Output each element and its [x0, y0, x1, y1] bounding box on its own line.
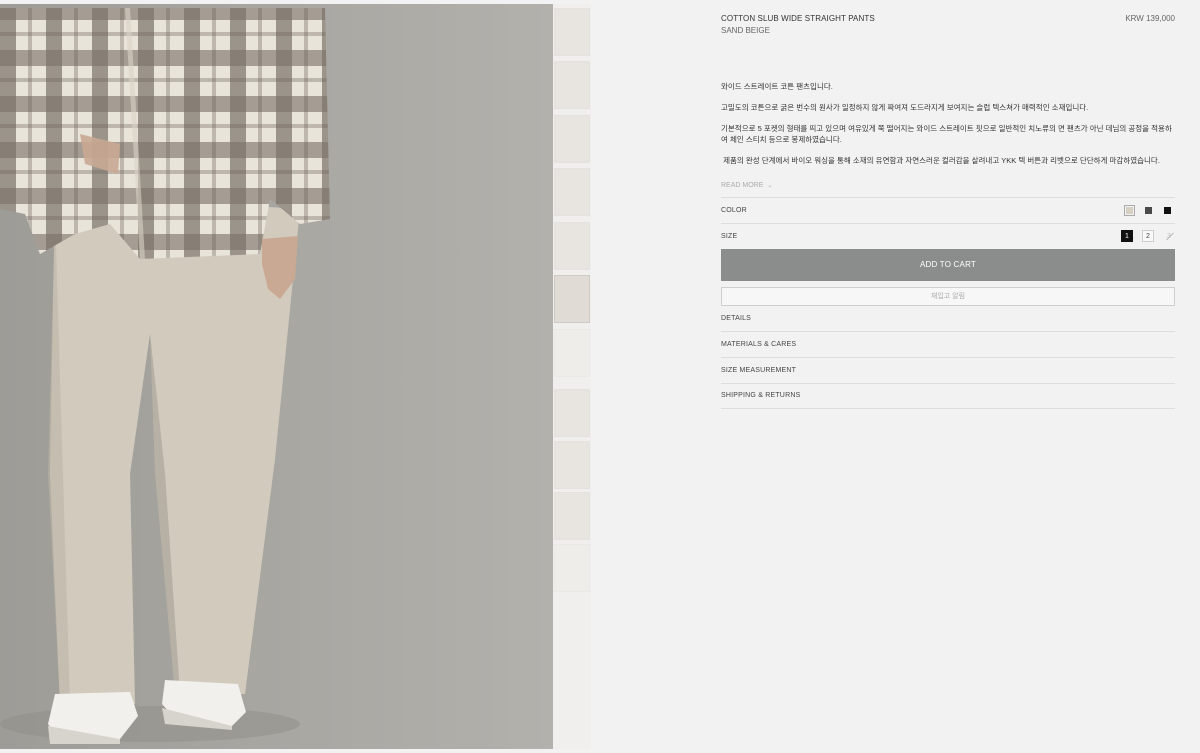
accordion-label: SIZE MEASUREMENT	[721, 367, 797, 374]
size-options: 1 2 3	[1121, 230, 1175, 242]
product-info-panel: COTTON SLUB WIDE STRAIGHT PANTS SAND BEI…	[721, 0, 1175, 753]
thumbnail-1[interactable]	[554, 8, 590, 56]
thumbnail-4[interactable]	[554, 168, 590, 216]
thumbnail-7[interactable]	[554, 329, 590, 377]
swatch-fill	[1145, 207, 1152, 214]
color-swatch-charcoal[interactable]	[1143, 205, 1154, 216]
product-title: COTTON SLUB WIDE STRAIGHT PANTS	[721, 14, 875, 23]
add-to-cart-button[interactable]: ADD TO CART	[721, 249, 1175, 281]
color-selector: COLOR	[721, 197, 1175, 222]
description-paragraph: 고밀도의 코튼으로 굵은 번수의 원사가 일정하지 않게 짜여져 도드라지게 보…	[721, 103, 1089, 112]
accordion-label: SHIPPING & RETURNS	[721, 392, 801, 399]
thumbnail-8[interactable]	[554, 389, 590, 437]
description-paragraph: 와이드 스트레이트 코튼 팬츠입니다.	[721, 82, 833, 91]
accordion-label: DETAILS	[721, 315, 752, 322]
chevron-down-icon: ⌄	[767, 183, 773, 189]
color-label: COLOR	[721, 207, 747, 214]
swatch-fill	[1164, 207, 1171, 214]
thumbnail-9[interactable]	[554, 441, 590, 489]
size-label: SIZE	[721, 233, 738, 240]
swatch-fill	[1126, 207, 1133, 214]
color-swatch-black[interactable]	[1162, 205, 1173, 216]
description-paragraph: 기본적으로 5 포켓의 형태를 띄고 있으며 여유있게 쭉 떨어지는 와이드 스…	[721, 124, 1172, 144]
product-price: KRW 139,000	[1125, 14, 1175, 23]
color-swatch-sand-beige[interactable]	[1124, 205, 1135, 216]
thumbnail-6[interactable]	[554, 275, 590, 323]
accordion-size-measurement[interactable]: SIZE MEASUREMENT	[721, 358, 1175, 384]
product-description: 와이드 스트레이트 코튼 팬츠입니다. 고밀도의 코튼으로 굵은 번수의 원사가…	[721, 81, 1175, 176]
thumbnail-10[interactable]	[554, 492, 590, 540]
size-selector: SIZE 1 2 3	[721, 223, 1175, 248]
size-option-1[interactable]: 1	[1121, 230, 1133, 242]
restock-notify-button[interactable]: 재입고 알림	[721, 287, 1175, 306]
main-product-image	[0, 4, 553, 749]
accordion-details[interactable]: DETAILS	[721, 306, 1175, 332]
thumbnail-strip	[553, 4, 591, 749]
size-option-3[interactable]: 3	[1163, 230, 1175, 242]
product-color-name: SAND BEIGE	[721, 26, 770, 35]
thumbnail-11[interactable]	[554, 544, 590, 592]
thumbnail-2[interactable]	[554, 61, 590, 109]
thumbnail-5[interactable]	[554, 222, 590, 270]
description-paragraph: 제품의 완성 단계에서 바이오 워싱을 통해 소재의 유연함과 자연스러운 컬러…	[721, 156, 1160, 165]
size-option-2[interactable]: 2	[1142, 230, 1154, 242]
accordion-shipping-returns[interactable]: SHIPPING & RETURNS	[721, 383, 1175, 409]
read-more-link[interactable]: READ MORE ⌄	[721, 182, 772, 189]
read-more-label: READ MORE	[721, 182, 764, 189]
color-swatches	[1124, 205, 1173, 216]
accordion-label: MATERIALS & CARES	[721, 341, 797, 348]
accordion-materials-cares[interactable]: MATERIALS & CARES	[721, 332, 1175, 358]
thumbnail-3[interactable]	[554, 115, 590, 163]
